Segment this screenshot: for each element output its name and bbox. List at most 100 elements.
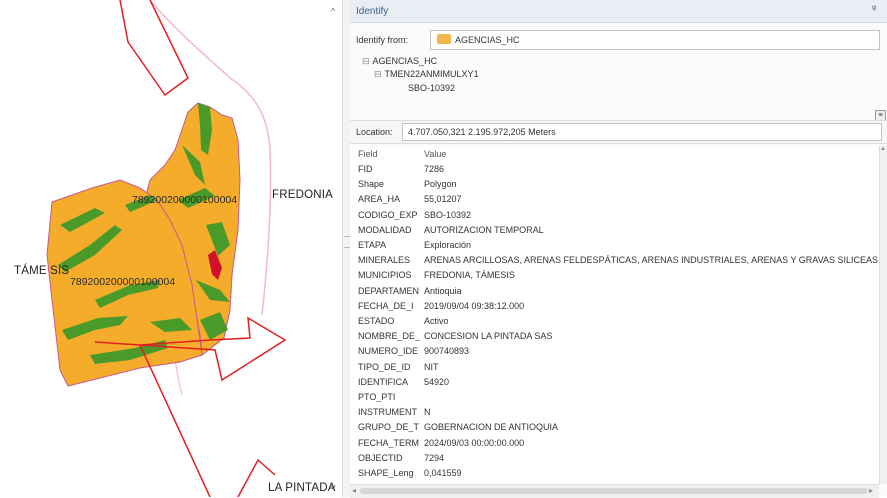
attribute-field-name: OBJECTID <box>358 452 403 463</box>
attribute-field-name: MUNICIPIOS <box>358 270 412 281</box>
attribute-field-value: 900740893 <box>424 346 470 357</box>
chevron-left-icon[interactable]: ◂ <box>352 486 356 495</box>
attribute-field-value: SBO-10392 <box>424 209 472 220</box>
attribute-row[interactable]: FID 7286 <box>350 163 879 177</box>
attribute-row[interactable]: MINERALES ARENAS ARCILLOSAS, ARENAS FELDE… <box>350 254 879 268</box>
attribute-row[interactable]: TIPO_DE_ID NIT <box>350 361 879 375</box>
identify-from-label: Identify from: <box>356 35 409 45</box>
attribute-field-name: FECHA_DE_I <box>358 300 414 311</box>
attribute-row[interactable]: MODALIDAD AUTORIZACION TEMPORAL <box>350 224 879 238</box>
attribute-field-value: CONCESION LA PINTADA SAS <box>424 331 553 342</box>
attribute-field-value: N <box>424 407 431 418</box>
identify-from-dropdown[interactable]: AGENCIAS_HC <box>430 30 880 50</box>
attribute-row[interactable]: Shape Polygon <box>350 178 879 192</box>
attribute-row[interactable]: FECHA_DE_I 2019/09/04 09:38:12.000 <box>350 300 879 314</box>
attribute-field-value: Polygon <box>424 179 457 190</box>
attribute-field-name: MODALIDAD <box>358 224 412 235</box>
attribute-field-name: IDENTIFICA <box>358 376 409 387</box>
attribute-field-value: 54920 <box>424 376 450 387</box>
attribute-field-value: Exploración <box>424 240 472 250</box>
attribute-field-value: Activo <box>424 316 449 326</box>
vertical-scrollbar[interactable]: ▲ <box>879 146 887 484</box>
attribute-field-value: 2019/09/04 09:38:12.000 <box>424 300 525 311</box>
place-label-fredonia: FREDONIA <box>272 189 334 201</box>
attribute-row[interactable]: FECHA_TERM 2024/09/03 00:00:00.000 <box>350 437 879 451</box>
identify-from-value: AGENCIAS_HC <box>455 35 520 45</box>
tree-item-layer[interactable]: ⊟ AGENCIAS_HC <box>362 56 437 67</box>
chevron-right-icon[interactable]: ▸ <box>869 486 873 495</box>
attribute-field-name: Shape <box>358 179 385 190</box>
attribute-row[interactable]: MUNICIPIOS FREDONIA, TÁMESIS <box>350 269 879 283</box>
location-label: Location: <box>356 127 393 137</box>
attribute-field-name: MINERALES <box>358 255 411 266</box>
attribute-field-value: NIT <box>424 361 439 372</box>
attribute-field-name: PTO_PTI <box>358 392 396 402</box>
value-column-header[interactable]: Value <box>424 149 446 159</box>
chevron-down-icon[interactable]: v <box>331 482 336 492</box>
attribute-field-name: NUMERO_IDE <box>358 346 419 357</box>
place-label-tamesis: TÁME SIS <box>14 265 70 277</box>
attribute-row[interactable]: INSTRUMENT N <box>350 406 879 420</box>
parcel-code-label: 789200200000100004 <box>70 276 176 288</box>
attribute-field-name: INSTRUMENT <box>358 407 417 418</box>
attribute-field-name: NOMBRE_DE_ <box>358 331 421 342</box>
attribute-row[interactable]: SHAPE_Leng 0,041559 <box>350 467 879 481</box>
attribute-field-value: 2024/09/03 00:00:00.000 <box>424 437 525 448</box>
attribute-field-value: 55,01207 <box>424 194 462 205</box>
pin-icon[interactable]: ᵠ <box>872 4 876 15</box>
chevron-up-icon[interactable]: ^ <box>331 6 335 16</box>
attribute-field-name: FECHA_TERM <box>358 437 420 448</box>
attribute-row[interactable]: OBJECTID 7294 <box>350 452 879 466</box>
location-row: Location: 4.707.050,321 2.195.972,205 Me… <box>350 120 887 144</box>
layer-icon <box>437 34 451 44</box>
attribute-field-value: Antioquia <box>424 285 462 296</box>
attribute-field-name: CODIGO_EXP <box>358 209 418 220</box>
attribute-field-value: ARENAS ARCILLOSAS, ARENAS FELDESPÁTICAS,… <box>424 255 879 266</box>
attribute-field-value: AUTORIZACION TEMPORAL <box>424 224 544 235</box>
attribute-row[interactable]: NOMBRE_DE_ CONCESION LA PINTADA SAS <box>350 330 879 344</box>
map-view[interactable]: 789200200000100004 789200200000100004 FR… <box>0 0 342 497</box>
attribute-row[interactable]: GRUPO_DE_T GOBERNACION DE ANTIOQUIA <box>350 421 879 435</box>
location-field[interactable]: 4.707.050,321 2.195.972,205 Meters <box>402 123 882 141</box>
scrollbar-thumb[interactable] <box>360 488 868 494</box>
place-label-la-pintada: LA PINTADA <box>268 482 336 494</box>
attribute-field-name: GRUPO_DE_T <box>358 422 420 433</box>
attribute-row[interactable]: AREA_HA 55,01207 <box>350 193 879 207</box>
identify-panel: Identify ᵠ Identify from: AGENCIAS_HC ⊟ A… <box>350 0 887 498</box>
attribute-field-value: 7294 <box>424 452 445 463</box>
panel-titlebar: Identify ᵠ <box>350 0 887 23</box>
tree-item-value[interactable]: SBO-10392 <box>408 83 455 93</box>
attribute-row[interactable]: IDENTIFICA 54920 <box>350 376 879 390</box>
results-tree: ⊟ AGENCIAS_HC ⊟ TMEN22ANMIMULXY1 SBO-10392 <box>356 54 876 114</box>
attribute-field-name: ETAPA <box>358 240 387 250</box>
tree-layer-label: AGENCIAS_HC <box>372 56 438 66</box>
attribute-field-name: ESTADO <box>358 316 395 326</box>
chevron-up-icon[interactable]: ▲ <box>880 146 886 152</box>
attribute-row[interactable]: ESTADO Activo <box>350 315 879 329</box>
attribute-field-value: 0,041559 <box>424 468 462 478</box>
attribute-field-value: GOBERNACION DE ANTIOQUIA <box>424 422 559 433</box>
attribute-header: Field Value <box>350 146 879 162</box>
tree-item-feature[interactable]: ⊟ TMEN22ANMIMULXY1 <box>374 69 479 80</box>
boundary-top <box>119 0 189 97</box>
attribute-field-name: TIPO_DE_ID <box>358 361 411 372</box>
attribute-row[interactable]: PTO_PTI <box>350 391 879 405</box>
attribute-field-name: SHAPE_Leng <box>358 468 414 478</box>
map-canvas[interactable] <box>0 0 342 497</box>
location-value: 4.707.050,321 2.195.972,205 Meters <box>408 127 556 137</box>
panel-title: Identify <box>356 6 389 17</box>
collapse-icon[interactable]: ⊟ <box>374 69 382 79</box>
attribute-row[interactable]: NUMERO_IDE 900740893 <box>350 345 879 359</box>
parcel-code-label: 789200200000100004 <box>132 194 238 206</box>
attribute-row[interactable]: DEPARTAMEN Antioquia <box>350 285 879 299</box>
attribute-row[interactable]: CODIGO_EXP SBO-10392 <box>350 209 879 223</box>
horizontal-scrollbar[interactable]: ◂ ▸ <box>350 484 879 498</box>
collapse-icon[interactable]: ⊟ <box>362 56 370 66</box>
attribute-field-name: DEPARTAMEN <box>358 285 420 296</box>
attribute-row[interactable]: ETAPA Exploración <box>350 239 879 253</box>
field-column-header[interactable]: Field <box>358 149 378 159</box>
attribute-table: Field Value FID 7286 Shape Polygon AREA_HA 55… <box>350 146 879 484</box>
tree-feature-label: TMEN22ANMIMULXY1 <box>384 69 479 79</box>
attribute-field-name: FID <box>358 164 373 174</box>
attribute-field-name: AREA_HA <box>358 194 401 205</box>
